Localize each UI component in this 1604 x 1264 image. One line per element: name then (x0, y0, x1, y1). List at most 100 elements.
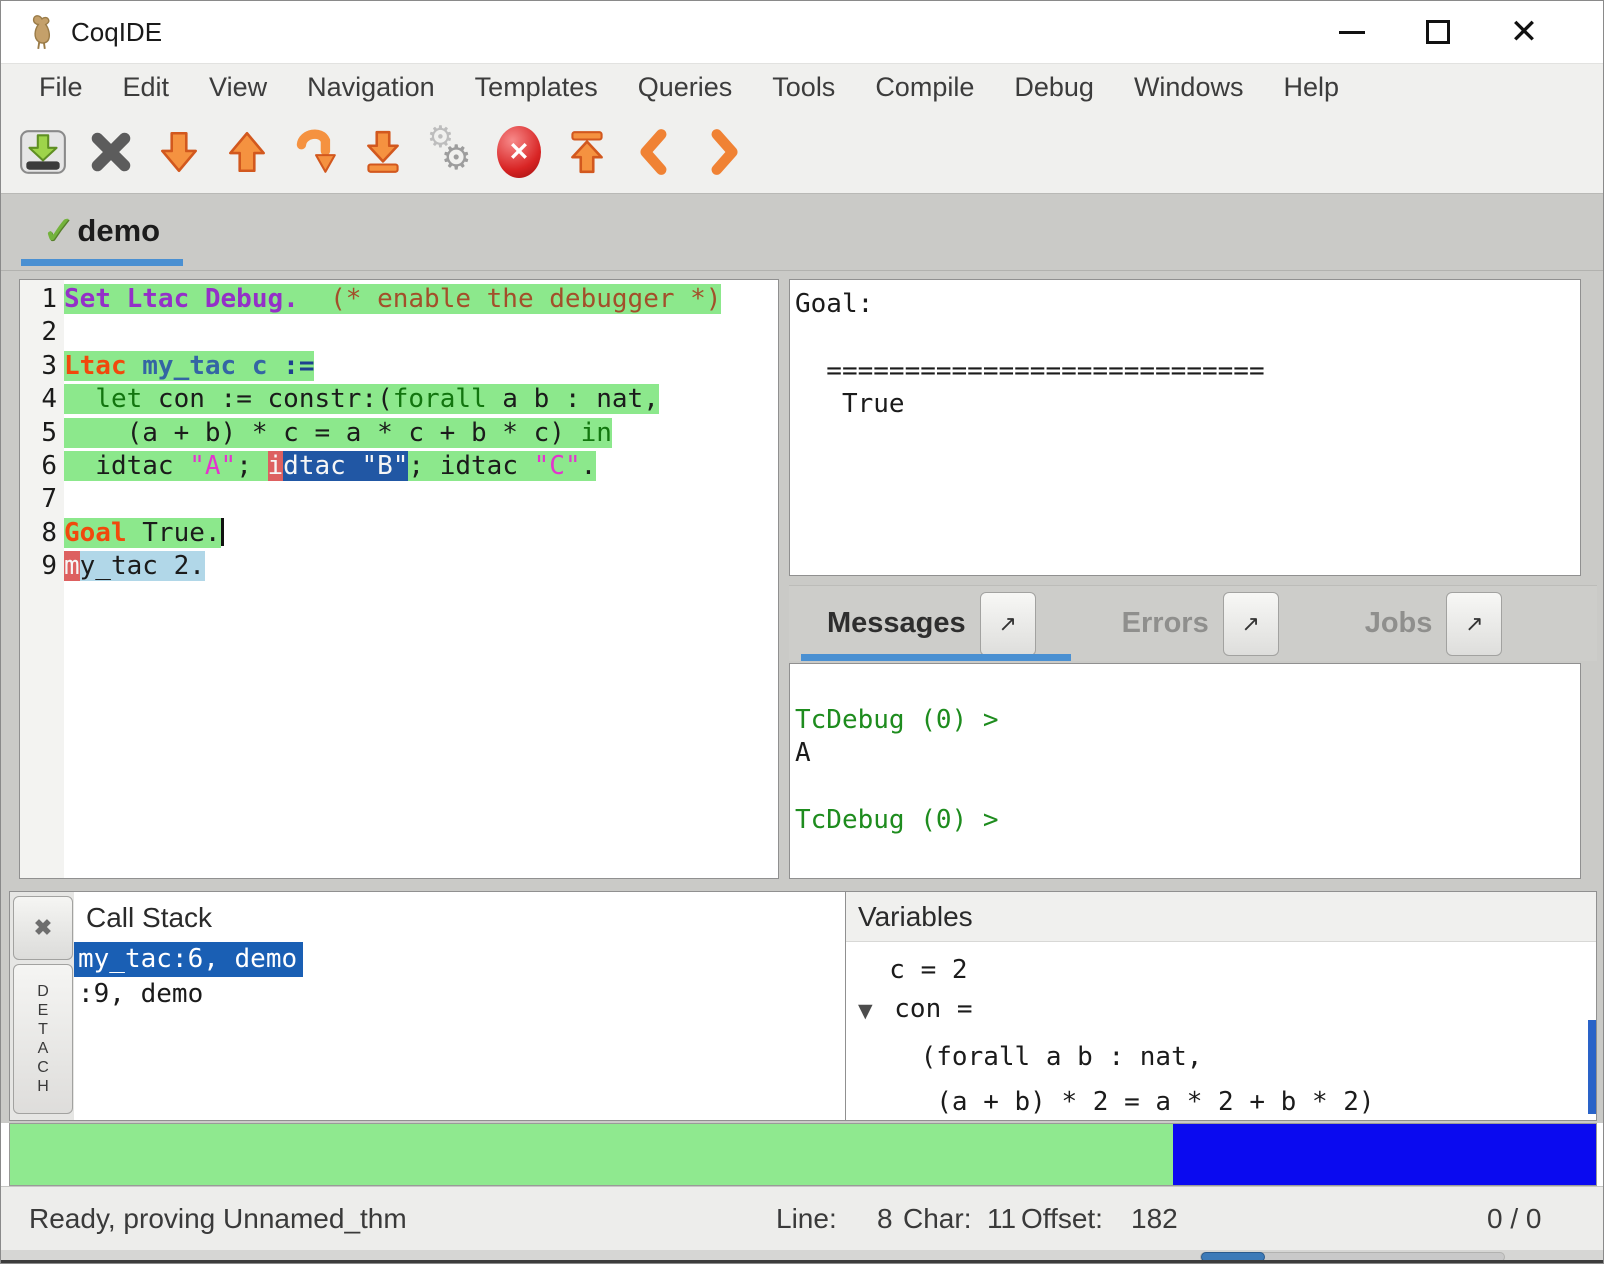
progress-segment (10, 1124, 1173, 1185)
variables-title: Variables (846, 892, 1596, 942)
tab-label: demo (77, 213, 160, 249)
minimize-button[interactable] (1319, 6, 1385, 58)
save-button[interactable] (17, 124, 69, 180)
code-line-6[interactable]: idtac "A"; idtac "B"; idtac "C". (64, 450, 778, 483)
menu-templates[interactable]: Templates (455, 72, 618, 103)
restart-button[interactable] (561, 124, 613, 180)
offset-value: 182 (1131, 1203, 1178, 1235)
checkmark-icon: ✓ (42, 208, 76, 254)
variable-row[interactable]: (forall a b : nat, (846, 1041, 1596, 1074)
call-stack-detach-button[interactable]: D E T A C H (13, 964, 73, 1114)
variables-scrollbar[interactable] (1588, 1020, 1596, 1114)
menu-view[interactable]: View (189, 72, 287, 103)
menu-help[interactable]: Help (1263, 72, 1359, 103)
session-area: 123456789 Set Ltac Debug. (* enable the … (1, 271, 1603, 889)
tab-messages[interactable]: Messages (827, 607, 966, 640)
script-editor[interactable]: 123456789 Set Ltac Debug. (* enable the … (19, 279, 779, 879)
editor-lines: Set Ltac Debug. (* enable the debugger *… (64, 280, 778, 584)
call-stack-frames: my_tac:6, demo:9, demo (74, 942, 845, 1013)
close-document-button[interactable] (85, 124, 137, 180)
menu-windows[interactable]: Windows (1114, 72, 1264, 103)
code-line-9[interactable]: my_tac 2. (64, 550, 778, 583)
interrupt-button[interactable]: ✕ (493, 124, 545, 180)
variable-row[interactable]: c = 2 (846, 954, 1596, 987)
menu-queries[interactable]: Queries (618, 72, 753, 103)
menu-tools[interactable]: Tools (752, 72, 855, 103)
detach-arrow-icon: ↗ (998, 611, 1016, 637)
expander-triangle-icon[interactable]: ▼ (858, 995, 873, 1028)
progress-counter: 0 / 0 (1487, 1203, 1541, 1235)
call-stack-frame[interactable]: :9, demo (74, 977, 209, 1012)
code-line-4[interactable]: let con := constr:(forall a b : nat, (64, 383, 778, 416)
window-title: CoqIDE (71, 17, 162, 48)
toolbar: ⚙⚙ ✕ (1, 111, 1603, 193)
detach-vertical-label: D E T A C H (37, 982, 49, 1096)
up-arrow-to-bar-icon (562, 126, 612, 178)
variable-row[interactable]: ▼ con = (846, 993, 1596, 1028)
code-line-2[interactable] (64, 316, 778, 349)
progress-segment (1173, 1124, 1596, 1185)
char-value: 11 (987, 1203, 1016, 1235)
go-to-cursor-button[interactable] (289, 124, 341, 180)
line-value: 8 (877, 1203, 893, 1235)
save-icon (18, 126, 68, 178)
fully-check-button[interactable]: ⚙⚙ (425, 124, 477, 180)
maximize-button[interactable] (1405, 6, 1471, 58)
minimize-icon (1339, 31, 1365, 34)
messages-panel[interactable]: TcDebug (0) >ATcDebug (0) > (789, 663, 1581, 879)
detach-messages-button[interactable]: ↗ (980, 592, 1036, 656)
go-to-end-button[interactable] (357, 124, 409, 180)
close-icon: ✕ (1510, 15, 1539, 49)
menu-bar: FileEditViewNavigationTemplatesQueriesTo… (1, 63, 1603, 111)
window-bottom-edge (1, 1260, 1603, 1263)
title-bar: CoqIDE ✕ (1, 1, 1603, 63)
gears-icon: ⚙⚙ (425, 124, 477, 180)
backward-one-command-button[interactable] (221, 124, 273, 180)
code-line-1[interactable]: Set Ltac Debug. (* enable the debugger *… (64, 283, 778, 316)
menu-file[interactable]: File (19, 72, 103, 103)
call-stack-close-button[interactable]: ✖ (13, 896, 73, 960)
tab-demo[interactable]: ✓ demo (19, 200, 183, 262)
maximize-icon (1426, 20, 1450, 44)
forward-one-command-button[interactable] (153, 124, 205, 180)
menu-navigation[interactable]: Navigation (287, 72, 455, 103)
down-arrow-to-bar-icon (358, 126, 408, 178)
goal-panel[interactable]: Goal: ============================ True (789, 279, 1581, 576)
text-caret (221, 518, 224, 546)
char-label: Char: (903, 1203, 971, 1235)
debugger-area: ✖ D E T A C H Call Stack my_tac:6, demo:… (1, 889, 1603, 1123)
coqide-logo-icon (27, 13, 57, 51)
document-tab-bar: ✓ demo (1, 193, 1603, 271)
variables-rows: c = 2 ▼ con = (forall a b : nat, (a + b) … (846, 954, 1596, 1120)
menu-compile[interactable]: Compile (855, 72, 994, 103)
close-button[interactable]: ✕ (1491, 6, 1557, 58)
code-line-7[interactable] (64, 483, 778, 516)
coqide-window: CoqIDE ✕ FileEditViewNavigationTemplates… (0, 0, 1604, 1264)
call-stack-frame[interactable]: my_tac:6, demo (74, 942, 303, 977)
detach-arrow-icon: ↗ (1241, 611, 1259, 637)
tab-errors[interactable]: Errors (1122, 607, 1209, 640)
line-label: Line: (776, 1203, 837, 1235)
detach-errors-button[interactable]: ↗ (1223, 592, 1279, 656)
left-chevron-icon (630, 126, 680, 178)
up-arrow-icon (222, 126, 272, 178)
previous-button[interactable] (629, 124, 681, 180)
call-stack-title: Call Stack (74, 892, 845, 942)
detach-arrow-icon: ↗ (1465, 611, 1483, 637)
status-message: Ready, proving Unnamed_thm (29, 1203, 407, 1235)
interrupt-icon: ✕ (497, 126, 541, 178)
next-button[interactable] (697, 124, 749, 180)
east-tab-strip: Messages ↗ Errors ↗ Jobs ↗ (789, 585, 1597, 661)
status-bar: Ready, proving Unnamed_thm Line: 8 Char:… (1, 1186, 1603, 1250)
detach-jobs-button[interactable]: ↗ (1446, 592, 1502, 656)
variables-panel: Variables c = 2 ▼ con = (forall a b : nat… (845, 891, 1597, 1121)
tab-jobs[interactable]: Jobs (1365, 607, 1433, 640)
code-line-3[interactable]: Ltac my_tac c := (64, 350, 778, 383)
code-line-5[interactable]: (a + b) * c = a * c + b * c) in (64, 417, 778, 450)
close-document-icon (86, 126, 136, 178)
call-stack-controls: ✖ D E T A C H (10, 892, 74, 1120)
code-line-8[interactable]: Goal True. (64, 517, 778, 550)
menu-debug[interactable]: Debug (994, 72, 1114, 103)
variable-row[interactable]: (a + b) * 2 = a * 2 + b * 2) (846, 1086, 1596, 1119)
menu-edit[interactable]: Edit (103, 72, 190, 103)
